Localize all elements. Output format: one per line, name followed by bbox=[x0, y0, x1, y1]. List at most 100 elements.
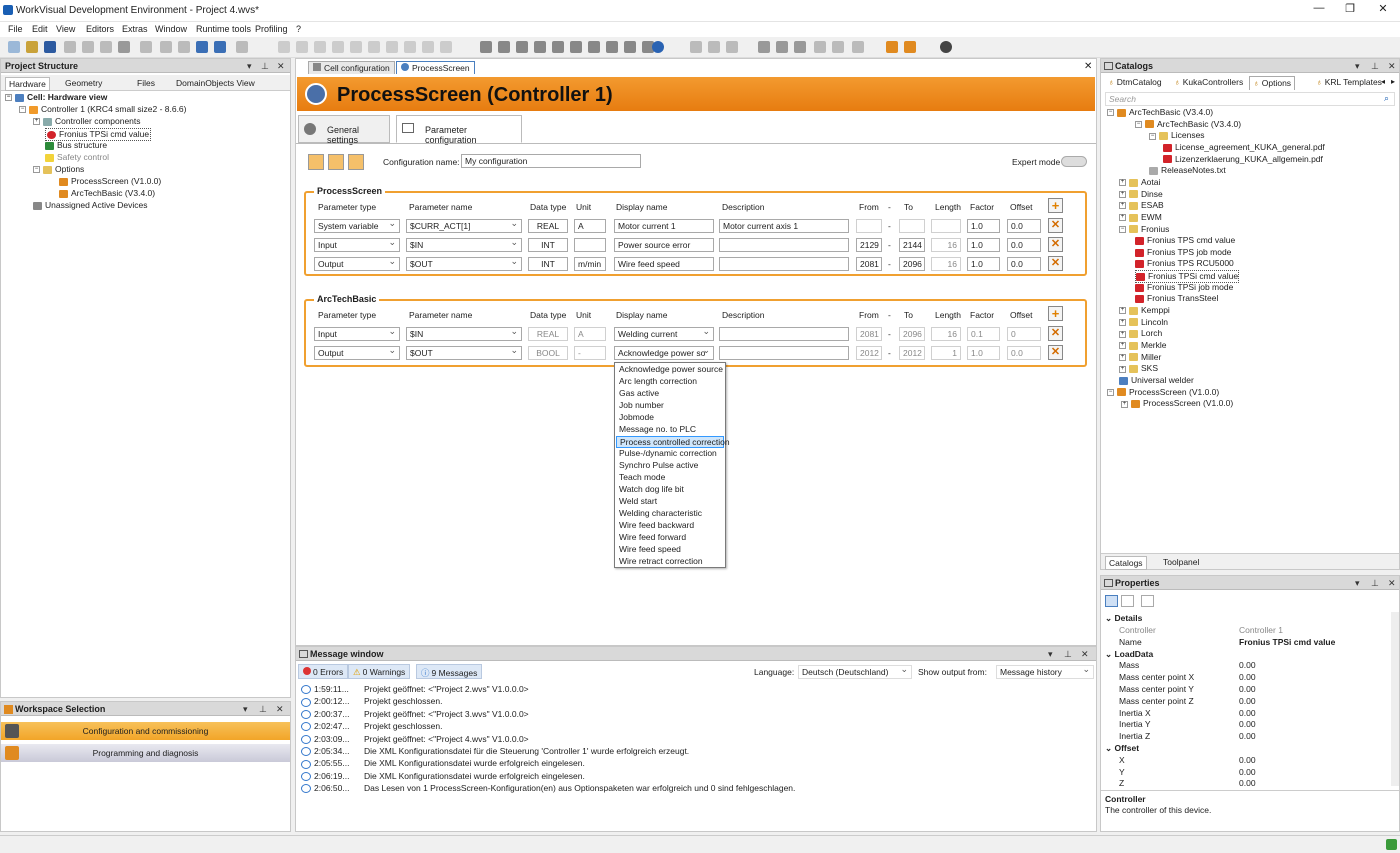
dropdown-option[interactable]: Wire feed backward bbox=[616, 520, 724, 532]
offset-field[interactable]: 0.0 bbox=[1007, 346, 1041, 360]
to-field[interactable]: 2012 bbox=[899, 346, 925, 360]
tool-icon[interactable] bbox=[278, 41, 290, 53]
search-icon[interactable] bbox=[368, 41, 380, 53]
close-icon[interactable]: ✕ bbox=[1081, 649, 1089, 660]
dropdown-icon[interactable]: ▾ bbox=[1355, 61, 1360, 72]
tab-hardware[interactable]: Hardware bbox=[5, 77, 50, 91]
undo-icon[interactable] bbox=[196, 41, 208, 53]
tool-icon[interactable] bbox=[606, 41, 618, 53]
property-value[interactable]: 0.00 bbox=[1239, 719, 1256, 729]
message-line[interactable]: 2:03:09... Projekt geöffnet: <"Project 4.… bbox=[301, 734, 529, 744]
expand-icon[interactable]: + bbox=[1121, 400, 1128, 408]
menu-extras[interactable]: Extras bbox=[122, 24, 148, 34]
dropdown-option[interactable]: Jobmode bbox=[616, 412, 724, 424]
unit-field[interactable]: A bbox=[574, 327, 606, 341]
from-field[interactable]: 2129 bbox=[856, 238, 882, 252]
delete-row-button[interactable]: ✕ bbox=[1048, 218, 1063, 233]
tool-icon[interactable] bbox=[552, 41, 564, 53]
param-name-select[interactable]: $OUT bbox=[406, 257, 522, 271]
close-button[interactable]: ✕ bbox=[1368, 2, 1398, 18]
param-type-select[interactable]: System variable bbox=[314, 219, 400, 233]
tab-dtmcatalog[interactable]: ♁ DtmCatalog bbox=[1105, 76, 1165, 90]
dropdown-option[interactable]: Arc length correction bbox=[616, 376, 724, 388]
catalog-tree-item[interactable]: − ArcTechBasic (V3.4.0) bbox=[1107, 107, 1213, 118]
display-name-select[interactable]: Acknowledge power so bbox=[614, 346, 714, 360]
to-field[interactable]: 2144 bbox=[899, 238, 925, 252]
import-icon[interactable] bbox=[308, 154, 324, 170]
property-category[interactable]: ⌄ Offset bbox=[1105, 743, 1139, 754]
dropdown-option[interactable]: Teach mode bbox=[616, 472, 724, 484]
expand-icon[interactable]: + bbox=[1119, 307, 1126, 315]
catalog-tree-item[interactable]: − Licenses bbox=[1149, 130, 1205, 141]
add-row-button[interactable]: + bbox=[1048, 198, 1063, 213]
tool-icon[interactable] bbox=[422, 41, 434, 53]
close-icon[interactable]: ✕ bbox=[276, 704, 284, 715]
dropdown-option[interactable]: Acknowledge power source bbox=[616, 364, 724, 376]
tool-icon[interactable] bbox=[624, 41, 636, 53]
offset-field[interactable]: 0.0 bbox=[1007, 219, 1041, 233]
tool-icon[interactable] bbox=[516, 41, 528, 53]
tool-icon[interactable] bbox=[236, 41, 248, 53]
display-name-field[interactable]: Wire feed speed bbox=[614, 257, 714, 271]
collapse-icon[interactable]: − bbox=[5, 94, 12, 102]
dropdown-option[interactable]: Gas active bbox=[616, 388, 724, 400]
sort-alpha-icon[interactable] bbox=[1121, 595, 1134, 607]
dropdown-icon[interactable]: ▾ bbox=[1048, 649, 1053, 660]
unit-field[interactable] bbox=[574, 238, 606, 252]
move-icon[interactable] bbox=[140, 41, 152, 53]
show-output-select[interactable]: Message history bbox=[996, 665, 1094, 679]
description-field[interactable]: Motor current axis 1 bbox=[719, 219, 849, 233]
paste-icon[interactable] bbox=[100, 41, 112, 53]
scrollbar[interactable] bbox=[1391, 612, 1399, 786]
tool-icon[interactable] bbox=[852, 41, 864, 53]
tab-toolpanel[interactable]: Toolpanel bbox=[1163, 557, 1199, 567]
offset-field[interactable]: 0 bbox=[1007, 327, 1041, 341]
search-icon[interactable]: ⌕ bbox=[1384, 93, 1389, 104]
menu-file[interactable]: File bbox=[8, 24, 23, 34]
catalog-tree-item[interactable]: + Dinse bbox=[1119, 189, 1163, 200]
tool-icon[interactable] bbox=[726, 41, 738, 53]
tree-item-cell[interactable]: − Cell: Hardware view bbox=[5, 92, 107, 103]
close-icon[interactable]: ✕ bbox=[1084, 61, 1092, 72]
unit-field[interactable]: A bbox=[574, 219, 606, 233]
description-field[interactable] bbox=[719, 238, 849, 252]
tool-icon[interactable] bbox=[886, 41, 898, 53]
catalog-tree-item[interactable]: + Miller bbox=[1119, 352, 1161, 363]
tool-icon[interactable] bbox=[570, 41, 582, 53]
catalog-tree-item[interactable]: Fronius TPSi job mode bbox=[1135, 282, 1233, 293]
pin-icon[interactable]: ⊥ bbox=[261, 61, 269, 72]
expand-icon[interactable]: + bbox=[1119, 353, 1126, 361]
factor-field[interactable]: 0.1 bbox=[967, 327, 1000, 341]
pause-icon[interactable] bbox=[314, 41, 326, 53]
workspace-config[interactable]: Configuration and commissioning bbox=[1, 722, 290, 740]
message-line[interactable]: 2:00:37... Projekt geöffnet: <"Project 3.… bbox=[301, 709, 529, 720]
tool-icon[interactable] bbox=[386, 41, 398, 53]
tree-item-safety[interactable]: Safety control bbox=[45, 152, 109, 163]
tree-item-components[interactable]: + Controller components bbox=[33, 116, 141, 127]
property-value[interactable]: 0.00 bbox=[1239, 684, 1256, 694]
tree-item-bus[interactable]: Bus structure bbox=[45, 140, 107, 151]
dropdown-option[interactable]: Pulse-/dynamic correction bbox=[616, 448, 724, 460]
close-icon[interactable]: ✕ bbox=[1388, 578, 1396, 589]
tab-scroll-right[interactable]: ▸ bbox=[1391, 77, 1395, 86]
from-field[interactable]: 2081 bbox=[856, 257, 882, 271]
data-type-field[interactable]: INT bbox=[528, 238, 568, 252]
collapse-icon[interactable]: − bbox=[1107, 109, 1114, 117]
dropdown-option[interactable]: Synchro Pulse active bbox=[616, 460, 724, 472]
length-field[interactable] bbox=[931, 219, 961, 233]
delete-icon[interactable] bbox=[118, 41, 130, 53]
tab-geometry[interactable]: Geometry bbox=[65, 78, 102, 88]
tool-icon[interactable] bbox=[832, 41, 844, 53]
expand-icon[interactable]: + bbox=[1119, 202, 1126, 210]
collapse-icon[interactable]: − bbox=[19, 106, 26, 114]
catalog-tree-item[interactable]: + EWM bbox=[1119, 212, 1162, 223]
tool-icon[interactable] bbox=[534, 41, 546, 53]
catalog-search-input[interactable]: Search bbox=[1105, 92, 1395, 106]
message-line[interactable]: 1:59:11... Projekt geöffnet: <"Project 2.… bbox=[301, 684, 529, 695]
menu-view[interactable]: View bbox=[56, 24, 75, 34]
property-value[interactable]: Controller 1 bbox=[1239, 625, 1283, 635]
length-field[interactable]: 1 bbox=[931, 346, 961, 360]
property-value[interactable]: 0.00 bbox=[1239, 755, 1256, 765]
dropdown-option[interactable]: Wire feed forward bbox=[616, 532, 724, 544]
param-name-select[interactable]: $IN bbox=[406, 327, 522, 341]
